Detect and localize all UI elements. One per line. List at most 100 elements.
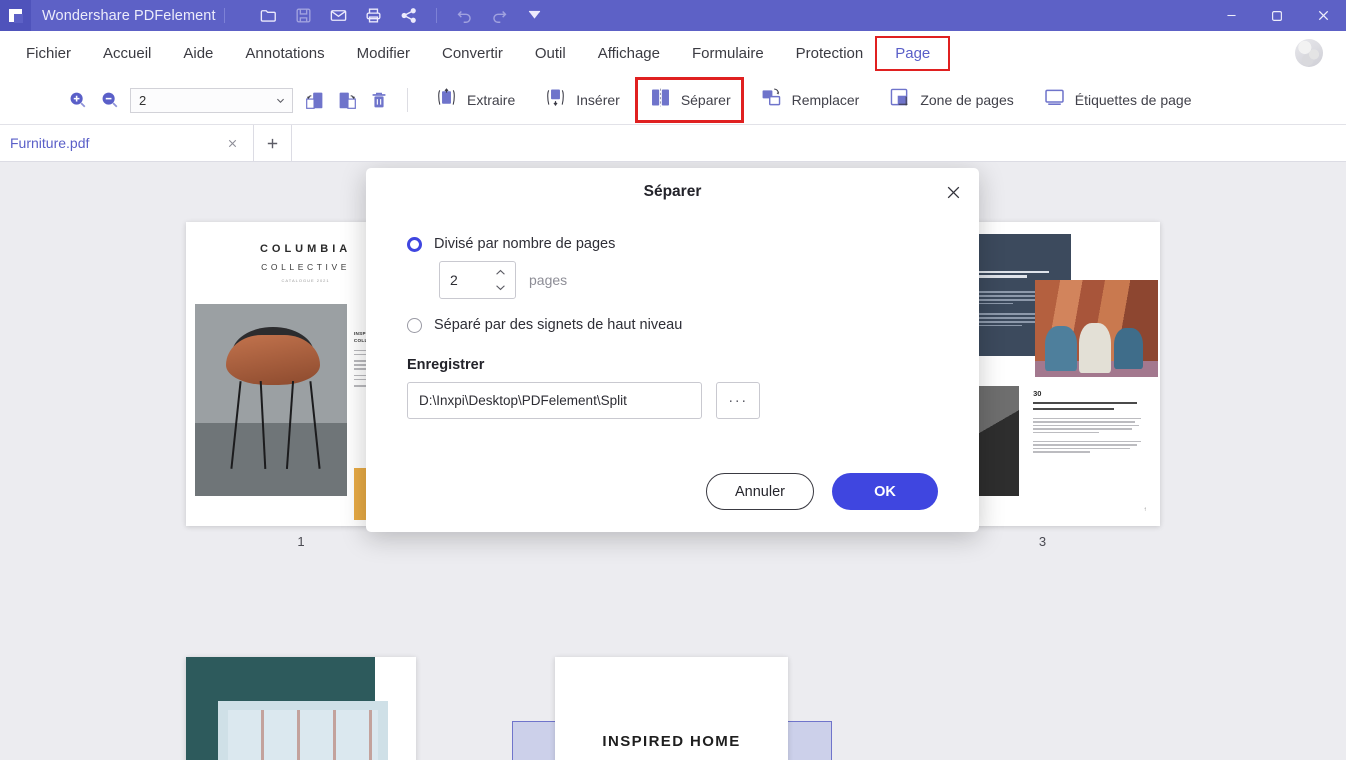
dialog-body: Divisé par nombre de pages 2 pages Sépar…: [366, 216, 979, 419]
save-path-row: D:\Inxpi\Desktop\PDFelement\Split ···: [407, 382, 938, 419]
close-dialog-icon[interactable]: [939, 178, 967, 206]
option-by-pages-label: Divisé par nombre de pages: [434, 236, 616, 252]
option-by-bookmarks-row[interactable]: Séparé par des signets de haut niveau: [407, 317, 938, 333]
stepper-arrows[interactable]: [495, 262, 506, 298]
menu-item-accueil[interactable]: Accueil: [87, 40, 167, 67]
avatar[interactable]: [1295, 39, 1323, 67]
close-button[interactable]: [1300, 0, 1346, 31]
document-tab-bar: Furniture.pdf: [0, 125, 1346, 162]
chevron-down-icon: [496, 285, 505, 291]
minimize-button[interactable]: [1208, 0, 1254, 31]
dialog-header: Séparer: [366, 168, 979, 216]
chevron-up-icon: [496, 269, 505, 275]
zoom-out-icon[interactable]: [94, 84, 126, 116]
title-bar: Wondershare PDFelement: [0, 0, 1346, 31]
cancel-button[interactable]: Annuler: [706, 473, 814, 510]
dialog-title: Séparer: [643, 183, 702, 200]
replace-pages-button[interactable]: Remplacer: [750, 81, 869, 119]
pages-count-value: 2: [450, 272, 458, 288]
pages-count-stepper[interactable]: 2: [439, 261, 516, 299]
page-select[interactable]: 2: [130, 87, 293, 113]
ribbon-divider: [407, 88, 408, 112]
menu-item-annotations[interactable]: Annotations: [229, 40, 340, 67]
menu-bar: Fichier Accueil Aide Annotations Modifie…: [0, 31, 1346, 76]
replace-pages-label: Remplacer: [791, 92, 860, 108]
page-select-value: 2: [139, 92, 147, 108]
page5-title: INSPIRED HOME: [602, 733, 741, 750]
email-icon[interactable]: [323, 0, 354, 31]
menu-item-aide[interactable]: Aide: [167, 40, 229, 67]
split-pages-icon: [648, 85, 673, 115]
page-labels-icon: [1042, 85, 1067, 115]
new-tab-icon[interactable]: [254, 125, 292, 161]
rotate-left-icon[interactable]: [299, 84, 331, 116]
pages-count-row: 2 pages: [439, 261, 938, 299]
quick-access-toolbar: [253, 0, 550, 31]
customize-dropdown-icon[interactable]: [519, 0, 550, 31]
page-thumbnail-4[interactable]: [186, 657, 416, 760]
print-icon[interactable]: [358, 0, 389, 31]
rotate-right-icon[interactable]: [331, 84, 363, 116]
open-folder-icon[interactable]: [253, 0, 284, 31]
restore-button[interactable]: [1254, 0, 1300, 31]
extract-pages-label: Extraire: [467, 92, 516, 108]
page-labels-button[interactable]: Étiquettes de page: [1033, 81, 1201, 119]
page3-footer-mark: ⟊: [1144, 506, 1146, 513]
extract-pages-button[interactable]: Extraire: [425, 81, 524, 119]
page-area-label: Zone de pages: [920, 92, 1014, 108]
page-thumbnail-canvas[interactable]: COLUMBIA COLLECTIVE CATALOGUE 2021 INSPI…: [0, 162, 1346, 760]
insert-pages-label: Insérer: [576, 92, 620, 108]
share-icon[interactable]: [393, 0, 424, 31]
page-ribbon-toolbar: 2 Extraire Insérer Séparer Remplacer Zon…: [0, 76, 1346, 125]
menu-item-outil[interactable]: Outil: [519, 40, 582, 67]
page-thumbnail-5[interactable]: INSPIRED HOME MODERN, NEW MINIMAL AND WI…: [555, 657, 788, 760]
extract-pages-icon: [434, 85, 459, 115]
app-title: Wondershare PDFelement: [42, 7, 216, 24]
menu-item-modifier[interactable]: Modifier: [341, 40, 426, 67]
option-by-bookmarks-label: Séparé par des signets de haut niveau: [434, 317, 683, 333]
pdfelement-logo-icon: [0, 0, 31, 31]
option-by-pages-row[interactable]: Divisé par nombre de pages: [407, 236, 938, 252]
menu-item-convertir[interactable]: Convertir: [426, 40, 519, 67]
redo-icon[interactable]: [484, 0, 515, 31]
window-controls: [1208, 0, 1346, 31]
page3-people-photo: [1035, 279, 1158, 378]
save-icon[interactable]: [288, 0, 319, 31]
page-thumbnail-number-3: 3: [1038, 534, 1047, 549]
page-labels-label: Étiquettes de page: [1074, 92, 1192, 108]
delete-page-icon[interactable]: [363, 84, 395, 116]
save-path-input[interactable]: D:\Inxpi\Desktop\PDFelement\Split: [407, 382, 702, 419]
menu-item-protection[interactable]: Protection: [780, 40, 880, 67]
page1-chair-photo: [195, 304, 347, 496]
page-area-button[interactable]: Zone de pages: [878, 81, 1022, 119]
menu-item-formulaire[interactable]: Formulaire: [676, 40, 780, 67]
insert-pages-icon: [543, 85, 568, 115]
split-pages-button[interactable]: Séparer: [634, 77, 744, 123]
close-tab-icon[interactable]: [223, 134, 241, 152]
split-pages-label: Séparer: [680, 92, 731, 108]
titlebar-divider: [223, 8, 225, 23]
toolbar-divider: [435, 8, 437, 23]
insert-pages-button[interactable]: Insérer: [534, 81, 629, 119]
save-path-value: D:\Inxpi\Desktop\PDFelement\Split: [419, 393, 627, 408]
zoom-in-icon[interactable]: [62, 84, 94, 116]
replace-pages-icon: [759, 85, 784, 115]
page4-interior-photo: [218, 701, 389, 760]
split-dialog: Séparer Divisé par nombre de pages 2 pag…: [366, 168, 979, 532]
dialog-footer: Annuler OK: [706, 473, 938, 510]
ok-button[interactable]: OK: [832, 473, 938, 510]
page-area-icon: [887, 85, 912, 115]
document-tab-label: Furniture.pdf: [10, 135, 90, 151]
browse-folder-button[interactable]: ···: [716, 382, 760, 419]
pages-unit-label: pages: [529, 272, 568, 288]
menu-item-page[interactable]: Page: [875, 36, 951, 71]
page-thumbnail-number-1: 1: [297, 534, 305, 549]
undo-icon[interactable]: [449, 0, 480, 31]
page3-section-text: 30: [1033, 389, 1146, 455]
page3-section-number: 30: [1033, 389, 1042, 399]
menu-item-fichier[interactable]: Fichier: [10, 40, 87, 67]
document-tab[interactable]: Furniture.pdf: [0, 125, 254, 161]
menu-item-affichage[interactable]: Affichage: [582, 40, 676, 67]
radio-by-pages[interactable]: [407, 236, 422, 252]
radio-by-bookmarks[interactable]: [407, 317, 422, 333]
